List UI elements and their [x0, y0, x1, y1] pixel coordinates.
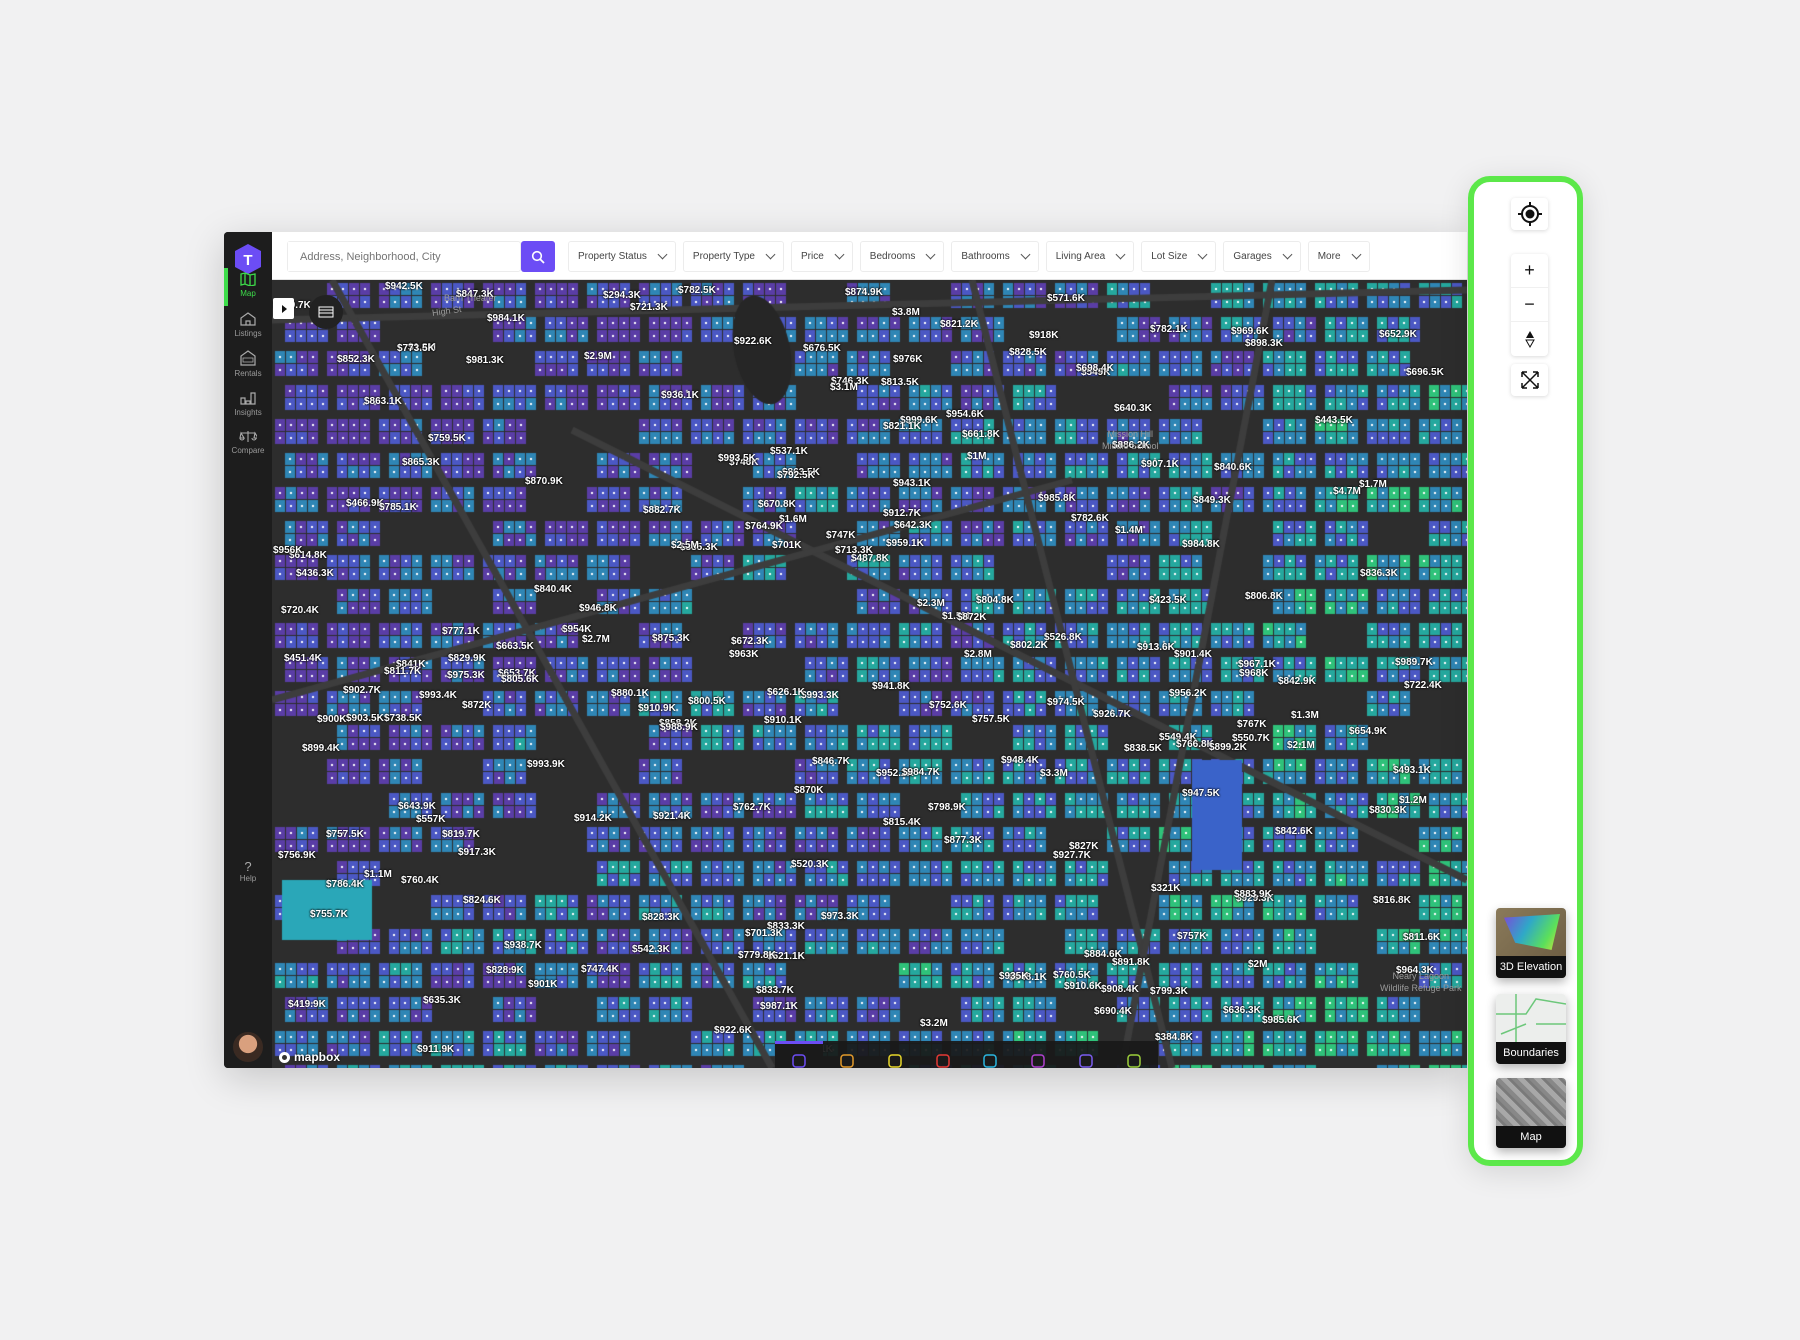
chevron-down-icon [1197, 249, 1208, 260]
parcel-value-layer[interactable] [272, 280, 1467, 1068]
layers-icon [318, 306, 334, 318]
chevron-down-icon [765, 249, 776, 260]
filter-more[interactable]: More [1307, 241, 1370, 272]
style-boundaries[interactable]: Boundaries [1496, 994, 1566, 1064]
filter-price[interactable]: Price [791, 241, 853, 272]
filter-bar: Property Status Property Type Price Bedroom… [568, 241, 1370, 272]
compass-button[interactable] [1511, 322, 1548, 356]
filter-living-area[interactable]: Living Area [1045, 241, 1135, 272]
map-view[interactable]: $1.6M $1.5M $1.7M $1.4M $922.6K $907.1K $813.5… [272, 280, 1467, 1068]
filter-lot-size[interactable]: Lot Size [1141, 241, 1217, 272]
fullscreen-icon [1520, 371, 1539, 389]
chevron-down-icon [834, 249, 845, 260]
community-icon [1079, 1054, 1093, 1068]
sidebar-item-compare[interactable]: Compare [224, 430, 272, 455]
locate-button[interactable] [1511, 198, 1548, 230]
avatar[interactable] [233, 1032, 263, 1062]
search-icon [531, 250, 545, 264]
top-bar: Property StatusProperty TypePriceBedroom… [272, 232, 1467, 280]
scale-icon [239, 431, 257, 442]
expand-panel-button[interactable] [273, 298, 294, 319]
filter-property-status[interactable]: Property Status [568, 241, 676, 272]
tool-property[interactable]: Property [823, 1041, 871, 1068]
app-window: T Map Listings Rentals Insights Compare … [224, 232, 1467, 1068]
market-icon [983, 1054, 998, 1068]
zoom-out-icon: − [1524, 294, 1535, 314]
value-icon [792, 1054, 806, 1068]
analysis-toolbar: ValuePropertyRegionHazardsMarketInvestme… [775, 1041, 1158, 1068]
tool-investment[interactable]: Investment [1014, 1041, 1062, 1068]
chevron-down-icon [657, 249, 668, 260]
mapbox-logo-icon [279, 1051, 290, 1063]
search-box [287, 241, 521, 272]
app-logo[interactable]: T [234, 244, 262, 274]
zoom-out-button[interactable]: − [1511, 288, 1548, 322]
bar-chart-icon [240, 392, 256, 405]
tool-community[interactable]: Community [1062, 1041, 1110, 1068]
sidebar-item-insights[interactable]: Insights [224, 392, 272, 417]
chevron-down-icon [1020, 249, 1031, 260]
help-button[interactable]: ? Help [224, 859, 272, 883]
tool-region[interactable]: Region [871, 1041, 919, 1068]
place-label-neary-lagoon: Neary Lagoon Wildlife Refuge Park [1380, 971, 1462, 993]
tool-school[interactable]: School [1110, 1041, 1158, 1068]
filter-garages[interactable]: Garages [1223, 241, 1301, 272]
tool-hazards[interactable]: Hazards [919, 1041, 967, 1068]
investment-icon [1031, 1054, 1046, 1068]
compass-icon [1524, 331, 1535, 348]
map-controls-panel: + − 3D Elevation Boundaries Map [1468, 176, 1583, 1166]
play-right-icon [281, 304, 287, 313]
map-icon [240, 272, 256, 286]
property-icon [840, 1054, 854, 1068]
house-icon [240, 312, 256, 326]
tool-market[interactable]: Market [967, 1041, 1015, 1068]
school-icon [1127, 1054, 1141, 1068]
style-map-satellite[interactable]: Map [1496, 1078, 1566, 1148]
search-input[interactable] [288, 242, 488, 271]
sidebar-item-listings[interactable]: Listings [224, 312, 272, 338]
filter-property-type[interactable]: Property Type [682, 241, 784, 272]
sidebar: T Map Listings Rentals Insights Compare … [224, 232, 272, 1068]
sidebar-item-rentals[interactable]: Rentals [224, 350, 272, 378]
region-icon [887, 1054, 902, 1068]
tool-value[interactable]: Value [775, 1041, 823, 1068]
search-button[interactable] [521, 241, 555, 272]
filter-bedrooms[interactable]: Bedrooms [859, 241, 945, 272]
locate-icon [1517, 202, 1542, 226]
style-3d-elevation[interactable]: 3D Elevation [1496, 908, 1566, 978]
place-label-barn-theater: Barn Theater [444, 293, 497, 303]
chevron-down-icon [1351, 249, 1361, 260]
fullscreen-button[interactable] [1511, 364, 1548, 396]
mapbox-attribution[interactable]: mapbox [278, 1050, 340, 1064]
chevron-down-icon [1282, 249, 1293, 260]
layers-button[interactable] [309, 295, 343, 329]
chevron-down-icon [925, 249, 936, 260]
place-label-mission-hill-school: Mission Hill Middle School [1102, 429, 1159, 451]
sidebar-item-map[interactable]: Map [224, 268, 272, 306]
chevron-down-icon [1115, 249, 1126, 260]
hazards-icon [935, 1054, 950, 1068]
help-icon: ? [244, 859, 252, 874]
rent-icon [240, 350, 256, 366]
zoom-in-button[interactable]: + [1511, 254, 1548, 288]
zoom-in-icon: + [1524, 260, 1535, 280]
svg-text:T: T [243, 252, 252, 269]
filter-bathrooms[interactable]: Bathrooms [951, 241, 1039, 272]
